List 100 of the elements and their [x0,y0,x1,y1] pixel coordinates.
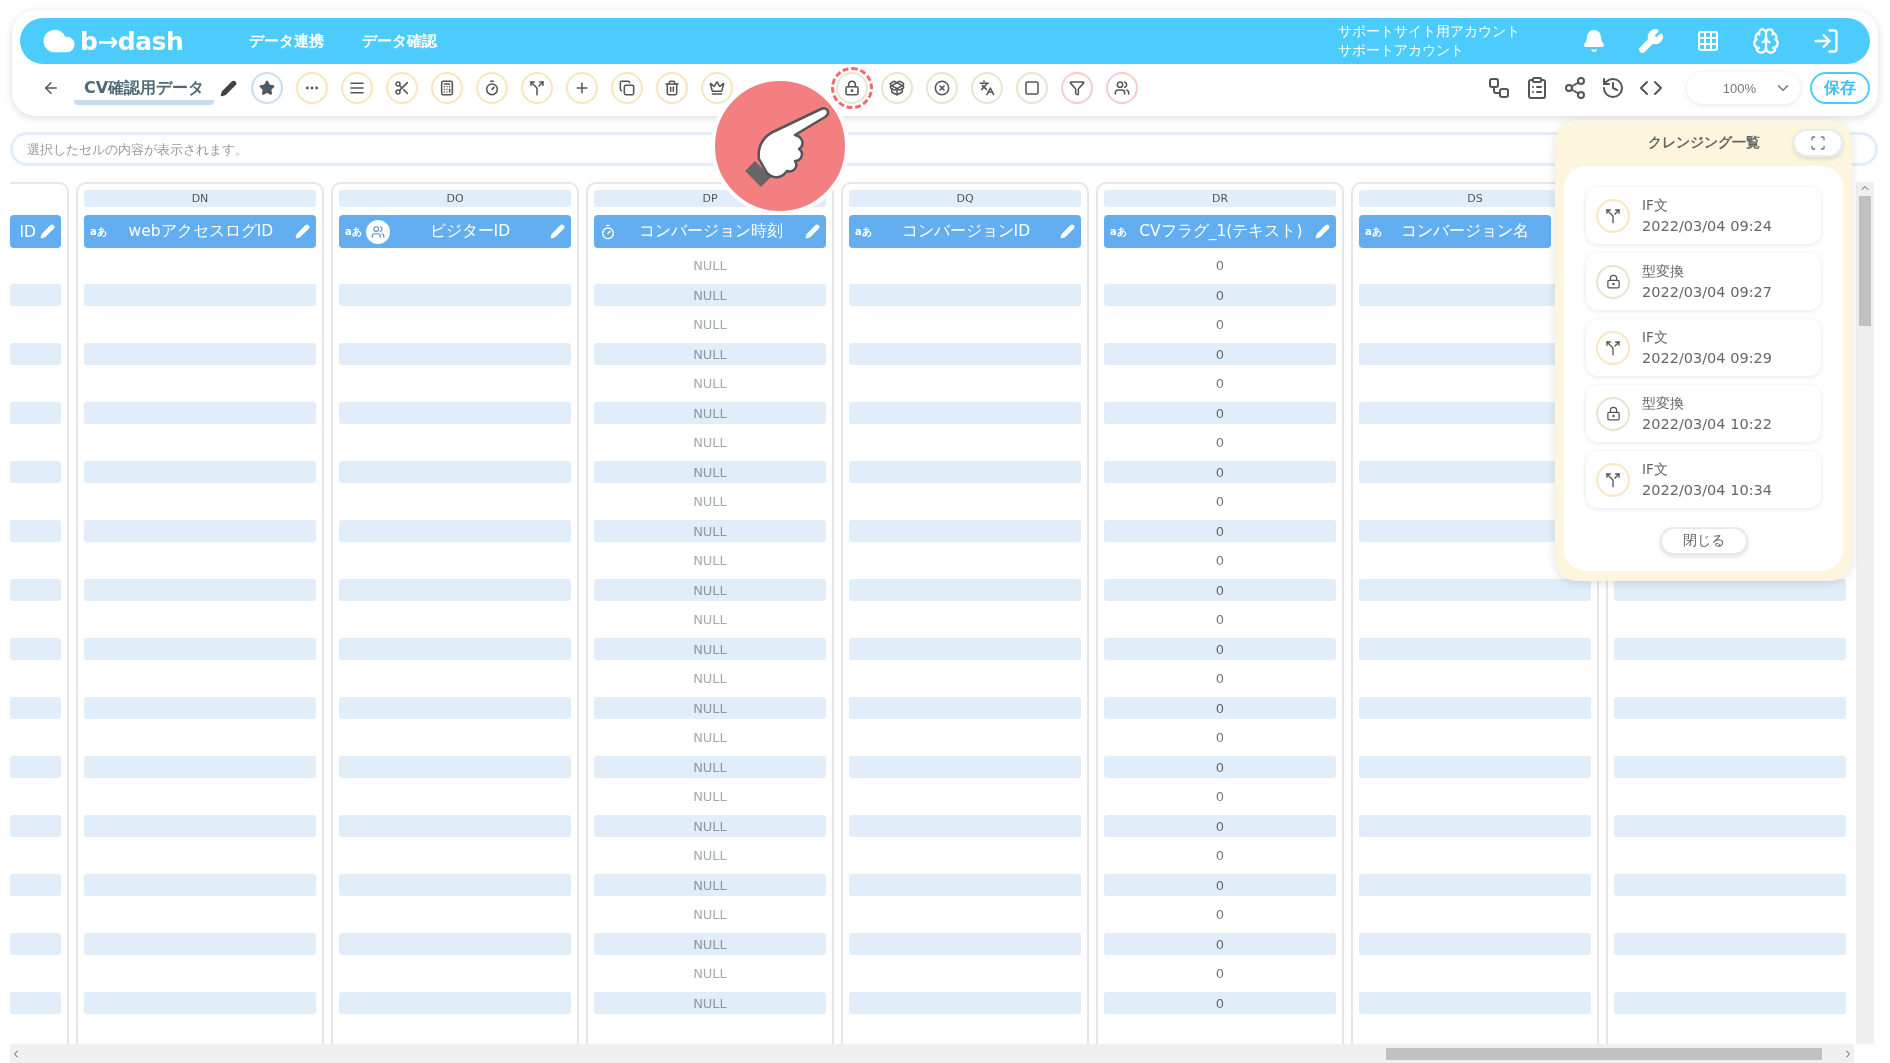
history-item[interactable]: IF文 2022/03/04 09:24 [1586,187,1821,244]
item-label: IF文 [1642,197,1669,215]
table-cell [10,520,61,543]
column-header[interactable]: aあ webアクセスログID [84,215,316,248]
column-header[interactable]: aあ コンバージョン名 [1359,215,1551,248]
table-cell: 0 [1215,494,1225,510]
table-cell: NULL [594,815,826,838]
table-cell: NULL [594,461,826,484]
translate-button[interactable] [971,72,1004,104]
column-header[interactable]: aあ CVフラグ_1(テキスト) [1104,215,1336,248]
type-label: aあ [345,224,362,239]
table-cell [10,815,61,838]
close-button[interactable]: 閉じる [1659,527,1748,555]
table-cell: 0 [1215,848,1225,864]
table-cell [10,874,61,897]
table-cell: NULL [693,730,727,746]
plus-button[interactable] [566,72,599,104]
square-button[interactable] [1016,72,1049,104]
data-title[interactable]: CV確認用データ [74,77,215,105]
save-button[interactable]: 保存 [1810,72,1870,104]
table-cell: NULL [594,343,826,366]
horizontal-scrollbar[interactable] [10,1044,1854,1063]
group-button[interactable] [1106,72,1139,104]
table-cell: 0 [1104,815,1336,838]
item-label: 型変換 [1642,395,1685,413]
table-cell: 0 [1104,402,1336,425]
table-cell: 0 [1104,933,1336,956]
vertical-scrollbar[interactable] [1856,182,1874,1044]
column-letter: DQ [849,190,1081,207]
table-cell: NULL [594,756,826,779]
scroll-thumb[interactable] [1859,196,1871,326]
table-cell: NULL [594,697,826,720]
calculator-button[interactable] [431,72,464,104]
table-cell [10,579,61,602]
split-icon [1605,207,1621,224]
table-cell: 0 [1104,638,1336,661]
box-icon [889,80,906,96]
panel-title: クレンジング一覧 [1647,134,1760,152]
table-cell [10,933,61,956]
expand-button[interactable] [1793,129,1843,157]
flow-icon[interactable] [1487,76,1511,100]
table-cell: NULL [693,789,727,805]
filter-icon [1069,80,1086,96]
table-cell: 0 [1215,789,1225,805]
stopwatch-button[interactable] [476,72,509,104]
table-cell: 0 [1104,992,1336,1015]
table-cell: 0 [1215,966,1225,982]
back-icon[interactable] [42,79,60,97]
table-cell: NULL [594,284,826,307]
trash-button[interactable] [656,72,689,104]
copy-button[interactable] [611,72,644,104]
history-item[interactable]: 型変換 2022/03/04 09:27 [1586,253,1821,310]
table-cell: NULL [594,992,826,1015]
table-cell [10,756,61,779]
share-icon[interactable] [1563,76,1587,100]
lock-icon [1605,406,1621,421]
scissors-button[interactable] [386,72,419,104]
column-letter: DR [1104,190,1336,207]
table-cell [10,402,61,425]
table-cell: 0 [1215,907,1225,923]
history-item[interactable]: IF文 2022/03/04 10:34 [1586,451,1821,508]
table-cell: 0 [1215,671,1225,687]
filter-button[interactable] [1061,72,1094,104]
table-cell: NULL [594,520,826,543]
column-header[interactable]: コンバージョン時刻 [594,215,826,248]
history-icon[interactable] [1601,76,1625,100]
item-time: 2022/03/04 10:22 [1642,416,1772,432]
square-icon [1024,80,1041,96]
crown-button[interactable] [701,72,734,104]
clipboard-icon[interactable] [1525,76,1549,100]
type-label: aあ [90,224,107,239]
nav-link[interactable]: データ確認 [362,31,438,51]
table-cell [10,461,61,484]
table-cell: 0 [1104,697,1336,720]
table-cell: NULL [594,933,826,956]
table-cell: NULL [693,671,727,687]
nav-link[interactable]: データ連携 [249,31,325,51]
column-header[interactable]: aあ コンバージョンID [849,215,1081,248]
zoom-select[interactable]: 100% [1687,72,1800,104]
table-cell [10,638,61,661]
column-header[interactable]: ID [10,215,61,248]
table-cell: 0 [1215,553,1225,569]
lock-button[interactable] [831,67,874,109]
lines-button[interactable] [341,72,374,104]
type-label: aあ [855,224,872,239]
copy-icon [619,80,636,96]
calculator-icon [439,80,456,96]
star-button[interactable] [251,72,284,104]
column-header[interactable]: aあ ビジターID [339,215,571,248]
box-button[interactable] [881,72,914,104]
history-item[interactable]: 型変換 2022/03/04 10:22 [1586,385,1821,442]
history-item[interactable]: IF文 2022/03/04 09:29 [1586,319,1821,376]
table-cell: NULL [693,258,727,274]
split-button[interactable] [521,72,554,104]
clear-button[interactable] [926,72,959,104]
item-time: 2022/03/04 09:27 [1642,284,1772,300]
table-cell: NULL [693,848,727,864]
pencil-icon[interactable] [220,79,238,97]
scroll-thumb[interactable] [1386,1047,1822,1060]
logo[interactable]: b→dash [80,26,184,56]
